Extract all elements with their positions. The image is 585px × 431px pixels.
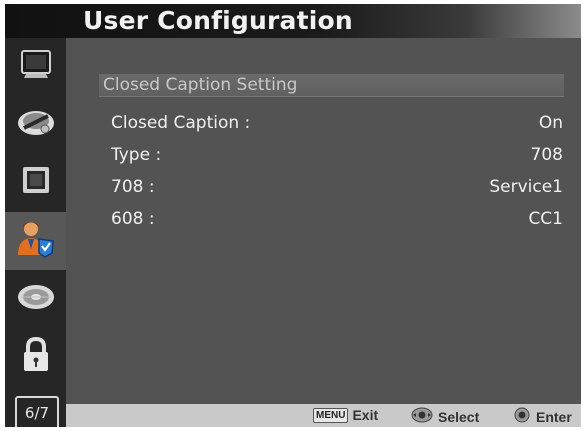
setting-row-708[interactable]: 708 : Service1 xyxy=(111,173,563,201)
select-knob-icon xyxy=(411,407,433,426)
user-config-icon xyxy=(14,219,58,263)
color-wheel-icon xyxy=(14,106,58,144)
enter-label: Enter xyxy=(536,408,572,425)
setting-value: On xyxy=(538,113,563,133)
picture-frame-icon xyxy=(18,164,54,202)
sidebar-item-color[interactable] xyxy=(5,96,66,154)
sidebar-item-disc[interactable] xyxy=(5,270,66,328)
sidebar-item-picture[interactable] xyxy=(5,154,66,212)
setting-row-closed-caption[interactable]: Closed Caption : On xyxy=(111,109,563,137)
setting-value: CC1 xyxy=(528,209,563,229)
setting-row-type[interactable]: Type : 708 xyxy=(111,141,563,169)
lock-icon xyxy=(19,336,53,378)
sidebar: 6/7 xyxy=(5,38,66,427)
setting-value: 708 xyxy=(530,145,563,165)
section-title: Closed Caption Setting xyxy=(99,74,564,97)
setting-row-608[interactable]: 608 : CC1 xyxy=(111,205,563,233)
select-hint[interactable]: Select xyxy=(411,407,479,426)
exit-label: Exit xyxy=(352,407,379,423)
page-indicator: 6/7 xyxy=(15,396,59,427)
setting-label: 708 : xyxy=(111,177,155,197)
page-title: User Configuration xyxy=(83,6,353,35)
enter-knob-icon xyxy=(513,407,531,426)
sidebar-item-user-config[interactable] xyxy=(5,212,66,270)
setting-label: 608 : xyxy=(111,209,155,229)
enter-hint[interactable]: Enter xyxy=(513,407,572,426)
sidebar-item-display[interactable] xyxy=(5,38,66,96)
setting-label: Closed Caption : xyxy=(111,113,251,133)
exit-hint[interactable]: MENU Exit xyxy=(313,407,378,423)
select-label: Select xyxy=(438,408,480,425)
monitor-icon xyxy=(18,48,54,86)
setting-value: Service1 xyxy=(489,177,563,197)
title-bar: User Configuration xyxy=(5,4,581,38)
osd-window: User Configuration 6/7 Closed Caption Se… xyxy=(5,4,581,427)
footer-bar: MENU Exit Select Enter xyxy=(66,404,581,427)
disc-icon xyxy=(15,280,57,318)
sidebar-item-lock[interactable] xyxy=(5,328,66,386)
setting-label: Type : xyxy=(111,145,162,165)
menu-key-icon: MENU xyxy=(313,407,349,423)
